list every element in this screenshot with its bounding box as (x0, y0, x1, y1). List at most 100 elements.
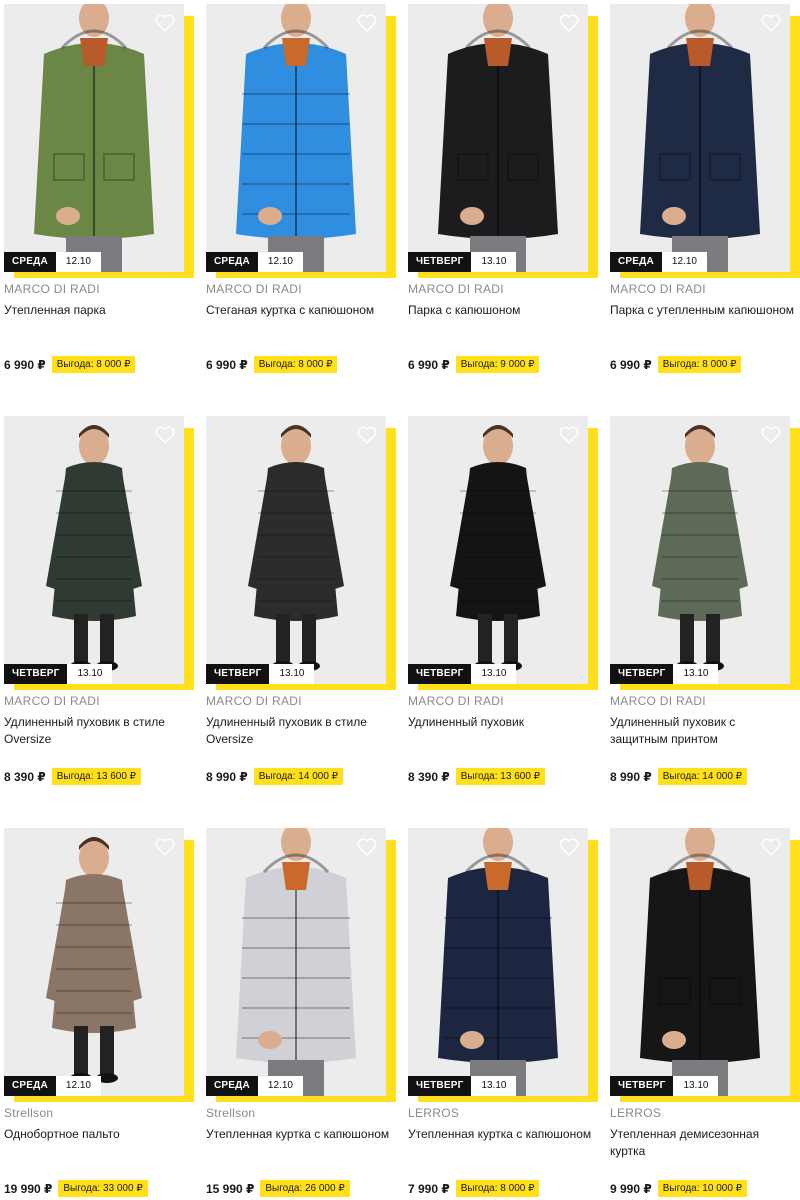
product-photo[interactable]: СРЕДА 12.10 (4, 4, 184, 272)
delivery-day-name: СРЕДА (4, 252, 56, 272)
product-price: 6 990 ₽ (408, 357, 450, 372)
product-photo[interactable]: СРЕДА 12.10 (610, 4, 790, 272)
delivery-day-tag: ЧЕТВЕРГ 13.10 (408, 252, 517, 272)
product-photo[interactable]: СРЕДА 12.10 (206, 828, 386, 1096)
product-photo[interactable]: ЧЕТВЕРГ 13.10 (408, 4, 588, 272)
product-card[interactable]: ЧЕТВЕРГ 13.10 MARCO DI RADI Парка с капюшон… (408, 4, 598, 373)
product-title[interactable]: Удлиненный пуховик в стиле Oversize (206, 714, 392, 748)
product-card[interactable]: ЧЕТВЕРГ 13.10 MARCO DI RADI Удлиненный пухо… (4, 416, 194, 785)
price-row: 8 990 ₽ Выгода: 14 000 ₽ (610, 768, 748, 785)
price-row: 8 390 ₽ Выгода: 13 600 ₽ (408, 768, 546, 785)
heart-outline-icon[interactable] (356, 424, 378, 446)
product-brand[interactable]: MARCO DI RADI (206, 694, 302, 708)
heart-outline-icon[interactable] (154, 12, 176, 34)
product-photo[interactable]: ЧЕТВЕРГ 13.10 (408, 828, 588, 1096)
product-title[interactable]: Парка с утепленным капюшоном (610, 302, 796, 319)
product-title[interactable]: Утепленная куртка с капюшоном (206, 1126, 392, 1143)
product-card[interactable]: ЧЕТВЕРГ 13.10 MARCO DI RADI Удлиненный пухо… (206, 416, 396, 785)
delivery-day-name: СРЕДА (4, 1076, 56, 1096)
delivery-day-tag: ЧЕТВЕРГ 13.10 (4, 664, 113, 684)
delivery-day-tag: СРЕДА 12.10 (4, 252, 101, 272)
product-brand[interactable]: LERROS (610, 1106, 661, 1120)
product-photo[interactable]: ЧЕТВЕРГ 13.10 (4, 416, 184, 684)
heart-outline-icon[interactable] (154, 836, 176, 858)
product-title[interactable]: Удлиненный пуховик (408, 714, 594, 731)
benefit-badge: Выгода: 8 000 ₽ (51, 356, 136, 373)
delivery-day-name: СРЕДА (206, 252, 258, 272)
product-brand[interactable]: MARCO DI RADI (408, 282, 504, 296)
price-row: 6 990 ₽ Выгода: 8 000 ₽ (206, 356, 338, 373)
product-brand[interactable]: MARCO DI RADI (610, 282, 706, 296)
delivery-day-name: ЧЕТВЕРГ (408, 1076, 472, 1096)
heart-outline-icon[interactable] (558, 424, 580, 446)
price-row: 15 990 ₽ Выгода: 26 000 ₽ (206, 1180, 350, 1197)
product-photo[interactable]: ЧЕТВЕРГ 13.10 (408, 416, 588, 684)
heart-outline-icon[interactable] (356, 836, 378, 858)
product-card[interactable]: ЧЕТВЕРГ 13.10 LERROS Утепленная куртка с ка… (408, 828, 598, 1197)
heart-outline-icon[interactable] (154, 424, 176, 446)
product-price: 8 390 ₽ (408, 769, 450, 784)
product-photo[interactable]: ЧЕТВЕРГ 13.10 (610, 416, 790, 684)
product-photo[interactable]: ЧЕТВЕРГ 13.10 (206, 416, 386, 684)
heart-outline-icon[interactable] (760, 424, 782, 446)
product-price: 9 990 ₽ (610, 1181, 652, 1196)
product-photo[interactable]: СРЕДА 12.10 (4, 828, 184, 1096)
product-title[interactable]: Утепленная демисезонная куртка (610, 1126, 796, 1160)
product-title[interactable]: Парка с капюшоном (408, 302, 594, 319)
product-card[interactable]: ЧЕТВЕРГ 13.10 LERROS Утепленная демисезонна… (610, 828, 800, 1197)
product-title[interactable]: Удлиненный пуховик с защитным принтом (610, 714, 796, 748)
product-brand[interactable]: LERROS (408, 1106, 459, 1120)
heart-outline-icon[interactable] (760, 836, 782, 858)
product-grid: СРЕДА 12.10 MARCO DI RADI Утепленная парка 6… (0, 0, 800, 1200)
product-card[interactable]: СРЕДА 12.10 MARCO DI RADI Утепленная парка 6… (4, 4, 194, 373)
delivery-day-name: ЧЕТВЕРГ (610, 1076, 674, 1096)
delivery-day-tag: СРЕДА 12.10 (4, 1076, 101, 1096)
heart-outline-icon[interactable] (356, 12, 378, 34)
product-card[interactable]: СРЕДА 12.10 Strellson Однобортное пальто 19 … (4, 828, 194, 1197)
delivery-date: 12.10 (55, 252, 101, 272)
delivery-day-tag: ЧЕТВЕРГ 13.10 (408, 1076, 517, 1096)
product-price: 15 990 ₽ (206, 1181, 255, 1196)
product-price: 6 990 ₽ (206, 357, 248, 372)
product-card[interactable]: СРЕДА 12.10 Strellson Утепленная куртка с к… (206, 828, 396, 1197)
heart-outline-icon[interactable] (558, 12, 580, 34)
product-card[interactable]: ЧЕТВЕРГ 13.10 MARCO DI RADI Удлиненный пухо… (408, 416, 598, 785)
product-card[interactable]: ЧЕТВЕРГ 13.10 MARCO DI RADI Удлиненный пухо… (610, 416, 800, 785)
price-row: 6 990 ₽ Выгода: 8 000 ₽ (610, 356, 742, 373)
product-price: 8 390 ₽ (4, 769, 46, 784)
delivery-date: 13.10 (673, 1076, 719, 1096)
delivery-day-tag: ЧЕТВЕРГ 13.10 (610, 1076, 719, 1096)
delivery-date: 13.10 (673, 664, 719, 684)
product-price: 6 990 ₽ (610, 357, 652, 372)
product-brand[interactable]: Strellson (206, 1106, 255, 1120)
product-title[interactable]: Утепленная парка (4, 302, 190, 319)
product-card[interactable]: СРЕДА 12.10 MARCO DI RADI Парка с утепленны… (610, 4, 800, 373)
product-title[interactable]: Стеганая куртка с капюшоном (206, 302, 392, 319)
delivery-day-name: ЧЕТВЕРГ (4, 664, 68, 684)
product-title[interactable]: Утепленная куртка с капюшоном (408, 1126, 594, 1143)
product-card[interactable]: СРЕДА 12.10 MARCO DI RADI Стеганая куртка с… (206, 4, 396, 373)
price-row: 8 390 ₽ Выгода: 13 600 ₽ (4, 768, 142, 785)
product-photo[interactable]: СРЕДА 12.10 (206, 4, 386, 272)
product-price: 8 990 ₽ (610, 769, 652, 784)
price-row: 7 990 ₽ Выгода: 8 000 ₽ (408, 1180, 540, 1197)
product-title[interactable]: Однобортное пальто (4, 1126, 190, 1143)
product-brand[interactable]: MARCO DI RADI (206, 282, 302, 296)
benefit-badge: Выгода: 14 000 ₽ (657, 768, 748, 785)
heart-outline-icon[interactable] (760, 12, 782, 34)
product-brand[interactable]: Strellson (4, 1106, 53, 1120)
heart-outline-icon[interactable] (558, 836, 580, 858)
delivery-date: 13.10 (471, 664, 517, 684)
product-title[interactable]: Удлиненный пуховик в стиле Oversize (4, 714, 190, 748)
product-price: 19 990 ₽ (4, 1181, 53, 1196)
product-price: 6 990 ₽ (4, 357, 46, 372)
product-brand[interactable]: MARCO DI RADI (408, 694, 504, 708)
delivery-day-name: ЧЕТВЕРГ (610, 664, 674, 684)
delivery-date: 12.10 (55, 1076, 101, 1096)
product-brand[interactable]: MARCO DI RADI (4, 694, 100, 708)
product-photo[interactable]: ЧЕТВЕРГ 13.10 (610, 828, 790, 1096)
delivery-date: 13.10 (67, 664, 113, 684)
product-brand[interactable]: MARCO DI RADI (610, 694, 706, 708)
product-brand[interactable]: MARCO DI RADI (4, 282, 100, 296)
price-row: 19 990 ₽ Выгода: 33 000 ₽ (4, 1180, 148, 1197)
